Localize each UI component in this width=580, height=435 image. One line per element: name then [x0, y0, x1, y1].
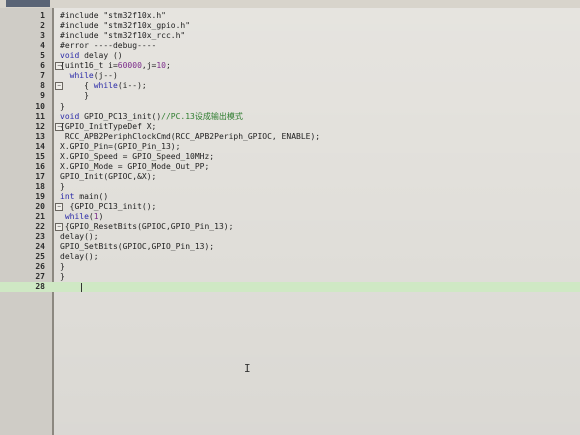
code-text: {uint16_t i=60000,j=10; — [60, 61, 171, 71]
code-text: {GPIO_ResetBits(GPIOC,GPIO_Pin_13); — [60, 222, 234, 232]
code-line[interactable]: 9 } — [0, 91, 580, 101]
code-text: X.GPIO_Speed = GPIO_Speed_10MHz; — [60, 151, 215, 161]
code-line[interactable]: 17 GPIO_Init(GPIOC,&X); — [0, 172, 580, 182]
line-number: 15 — [35, 151, 45, 161]
line-number: 1 — [40, 11, 45, 20]
code-line[interactable]: 18} — [0, 182, 580, 192]
code-line[interactable]: 8− { while(i--); — [0, 81, 580, 91]
code-line[interactable]: 24 GPIO_SetBits(GPIOC,GPIO_Pin_13); — [0, 242, 580, 252]
code-text: RCC_APB2PeriphClockCmd(RCC_APB2Periph_GP… — [60, 131, 321, 141]
code-text: int main() — [60, 191, 109, 201]
code-text: delay(); — [60, 252, 99, 262]
code-text: X.GPIO_Mode = GPIO_Mode_Out_PP; — [60, 161, 210, 171]
code-text: #include "stm32f10x.h" — [60, 11, 166, 20]
code-line[interactable]: 10} — [0, 102, 580, 112]
line-number: 25 — [35, 252, 45, 262]
code-text: } — [60, 91, 89, 101]
line-number: 16 — [35, 161, 45, 171]
line-number: 19 — [35, 191, 45, 201]
code-line[interactable]: 4 #error ----debug---- — [0, 41, 580, 51]
line-number: 3 — [40, 31, 45, 41]
code-line[interactable]: 27} — [0, 272, 580, 282]
code-text: X.GPIO_Pin=(GPIO_Pin_13); — [60, 141, 181, 151]
code-line[interactable]: 6− {uint16_t i=60000,j=10; — [0, 61, 580, 71]
line-number: 24 — [35, 242, 45, 252]
code-text: } — [60, 101, 65, 111]
code-text: while(1) — [64, 212, 104, 221]
code-text: void GPIO_PC13_init()//PC.13设成输出模式 — [60, 111, 243, 121]
code-text: GPIO_SetBits(GPIOC,GPIO_Pin_13); — [60, 242, 215, 252]
code-line[interactable]: 20− {GPIO_PC13_init(); — [0, 202, 580, 212]
line-number: 13 — [35, 131, 45, 141]
line-number: 7 — [40, 71, 45, 81]
line-number: 22 — [35, 222, 45, 232]
i-beam-cursor-icon: I — [244, 362, 251, 375]
line-number: 26 — [35, 262, 45, 272]
code-line[interactable]: 26} — [0, 262, 580, 272]
code-line[interactable]: 28 — [0, 282, 580, 293]
line-number: 14 — [35, 141, 45, 151]
code-line[interactable]: 15 X.GPIO_Speed = GPIO_Speed_10MHz; — [0, 152, 580, 162]
code-text: while(j--) — [69, 71, 118, 81]
code-line[interactable]: 25 delay(); — [0, 252, 580, 262]
line-number: 23 — [35, 232, 45, 242]
line-number: 5 — [40, 51, 45, 61]
line-number: 10 — [35, 101, 45, 111]
code-text: #include "stm32f10x_gpio.h" — [60, 21, 191, 31]
code-text: } — [60, 181, 65, 191]
line-number: 21 — [35, 212, 45, 221]
code-text: } — [60, 272, 65, 282]
line-number: 18 — [35, 181, 45, 191]
code-line[interactable]: 21 while(1) — [0, 212, 580, 222]
code-text: delay(); — [60, 232, 99, 242]
code-line[interactable]: 3 #include "stm32f10x_rcc.h" — [0, 31, 580, 41]
line-number: 27 — [35, 272, 45, 282]
code-text: GPIO_Init(GPIOC,&X); — [60, 171, 157, 181]
line-number: 11 — [35, 111, 45, 121]
code-text: #error ----debug---- — [60, 41, 157, 51]
code-text: #include "stm32f10x_rcc.h" — [60, 31, 186, 41]
line-number: 2 — [40, 21, 45, 31]
line-number: 28 — [35, 282, 45, 292]
code-line[interactable]: 23 delay(); — [0, 232, 580, 242]
code-text: { while(i--); — [60, 81, 147, 91]
line-number: 20 — [35, 202, 45, 211]
code-lines: 1 #include "stm32f10x.h" 2 #include "stm32f… — [0, 0, 580, 435]
code-line[interactable]: 7 while(j--) — [0, 71, 580, 81]
line-number: 8 — [40, 81, 45, 91]
line-number: 9 — [40, 91, 45, 101]
text-caret — [81, 283, 82, 292]
code-line[interactable]: 1 #include "stm32f10x.h" — [0, 11, 580, 21]
code-line[interactable]: 22− {GPIO_ResetBits(GPIOC,GPIO_Pin_13); — [0, 222, 580, 232]
code-line[interactable]: 11 void GPIO_PC13_init()//PC.13设成输出模式 — [0, 112, 580, 122]
code-text: {GPIO_InitTypeDef X; — [60, 121, 157, 131]
code-line[interactable]: 12− {GPIO_InitTypeDef X; — [0, 122, 580, 132]
code-line[interactable]: 16 X.GPIO_Mode = GPIO_Mode_Out_PP; — [0, 162, 580, 172]
code-line[interactable]: 13 RCC_APB2PeriphClockCmd(RCC_APB2Periph… — [0, 132, 580, 142]
code-text: {GPIO_PC13_init(); — [60, 202, 157, 211]
line-number: 4 — [40, 41, 45, 51]
line-number: 12 — [35, 121, 45, 131]
code-text: void delay () — [60, 51, 123, 61]
code-line[interactable]: 14 X.GPIO_Pin=(GPIO_Pin_13); — [0, 142, 580, 152]
code-line[interactable]: 19 int main() — [0, 192, 580, 202]
code-line[interactable]: 5 void delay () — [0, 51, 580, 61]
line-number: 17 — [35, 171, 45, 181]
code-text: } — [60, 262, 65, 272]
code-line[interactable]: 2 #include "stm32f10x_gpio.h" — [0, 21, 580, 31]
line-number: 6 — [40, 61, 45, 71]
